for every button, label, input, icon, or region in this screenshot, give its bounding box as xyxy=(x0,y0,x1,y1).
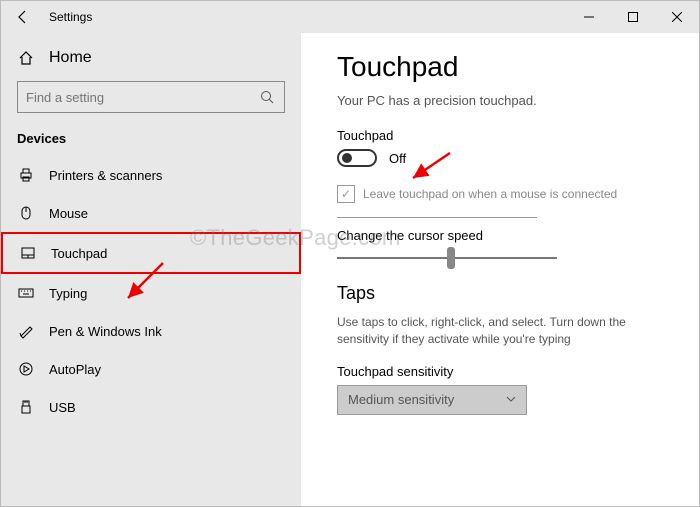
touchpad-toggle[interactable] xyxy=(337,149,377,167)
printer-icon xyxy=(17,166,35,184)
sidebar-item-label: Pen & Windows Ink xyxy=(49,324,162,339)
pen-icon xyxy=(17,322,35,340)
sidebar-item-pen[interactable]: Pen & Windows Ink xyxy=(1,312,301,350)
settings-window: Settings Home xyxy=(0,0,700,507)
window-controls xyxy=(567,1,699,33)
toggle-state-text: Off xyxy=(389,151,406,166)
search-input[interactable] xyxy=(26,90,258,105)
chevron-down-icon xyxy=(506,392,516,407)
sidebar-item-usb[interactable]: USB xyxy=(1,388,301,426)
divider xyxy=(337,217,537,218)
mouse-icon xyxy=(17,204,35,222)
search-box[interactable] xyxy=(17,81,285,113)
sensitivity-label: Touchpad sensitivity xyxy=(337,364,671,379)
keyboard-icon xyxy=(17,284,35,302)
sidebar-item-label: Touchpad xyxy=(51,246,107,261)
sidebar-item-label: Printers & scanners xyxy=(49,168,162,183)
leave-touchpad-checkbox[interactable]: ✓ xyxy=(337,185,355,203)
search-icon xyxy=(258,88,276,106)
titlebar: Settings xyxy=(1,1,699,33)
sidebar-home-label: Home xyxy=(49,49,92,67)
sidebar: Home Devices Printers & scanners Mou xyxy=(1,33,301,506)
slider-label: Change the cursor speed xyxy=(337,228,671,243)
checkbox-label: Leave touchpad on when a mouse is connec… xyxy=(363,187,617,201)
sidebar-item-label: Mouse xyxy=(49,206,88,221)
maximize-icon xyxy=(628,12,638,22)
arrow-left-icon xyxy=(15,9,31,25)
back-button[interactable] xyxy=(1,1,45,33)
window-body: Home Devices Printers & scanners Mou xyxy=(1,33,699,506)
content-pane: Touchpad Your PC has a precision touchpa… xyxy=(301,33,699,506)
sensitivity-dropdown[interactable]: Medium sensitivity xyxy=(337,385,527,415)
touchpad-toggle-row: Off xyxy=(337,149,671,167)
usb-icon xyxy=(17,398,35,416)
autoplay-icon xyxy=(17,360,35,378)
cursor-speed-slider[interactable] xyxy=(337,257,557,259)
slider-thumb[interactable] xyxy=(447,247,455,269)
close-icon xyxy=(672,12,682,22)
sidebar-item-typing[interactable]: Typing xyxy=(1,274,301,312)
taps-description: Use taps to click, right-click, and sele… xyxy=(337,314,671,348)
home-icon xyxy=(17,49,35,67)
sidebar-item-label: Typing xyxy=(49,286,87,301)
sidebar-item-label: USB xyxy=(49,400,76,415)
page-subtitle: Your PC has a precision touchpad. xyxy=(337,93,671,108)
taps-section-title: Taps xyxy=(337,283,671,304)
maximize-button[interactable] xyxy=(611,1,655,33)
minimize-button[interactable] xyxy=(567,1,611,33)
window-title: Settings xyxy=(49,10,92,24)
minimize-icon xyxy=(584,12,594,22)
sidebar-home[interactable]: Home xyxy=(1,41,301,75)
leave-touchpad-checkbox-row: ✓ Leave touchpad on when a mouse is conn… xyxy=(337,185,671,203)
toggle-knob xyxy=(342,153,352,163)
close-button[interactable] xyxy=(655,1,699,33)
dropdown-value: Medium sensitivity xyxy=(348,392,454,407)
sidebar-section-head: Devices xyxy=(1,127,301,156)
touchpad-icon xyxy=(19,244,37,262)
sidebar-item-label: AutoPlay xyxy=(49,362,101,377)
sidebar-item-printers[interactable]: Printers & scanners xyxy=(1,156,301,194)
sidebar-item-touchpad[interactable]: Touchpad xyxy=(1,232,301,274)
toggle-label: Touchpad xyxy=(337,128,671,143)
page-title: Touchpad xyxy=(337,51,671,83)
sidebar-item-autoplay[interactable]: AutoPlay xyxy=(1,350,301,388)
sidebar-item-mouse[interactable]: Mouse xyxy=(1,194,301,232)
